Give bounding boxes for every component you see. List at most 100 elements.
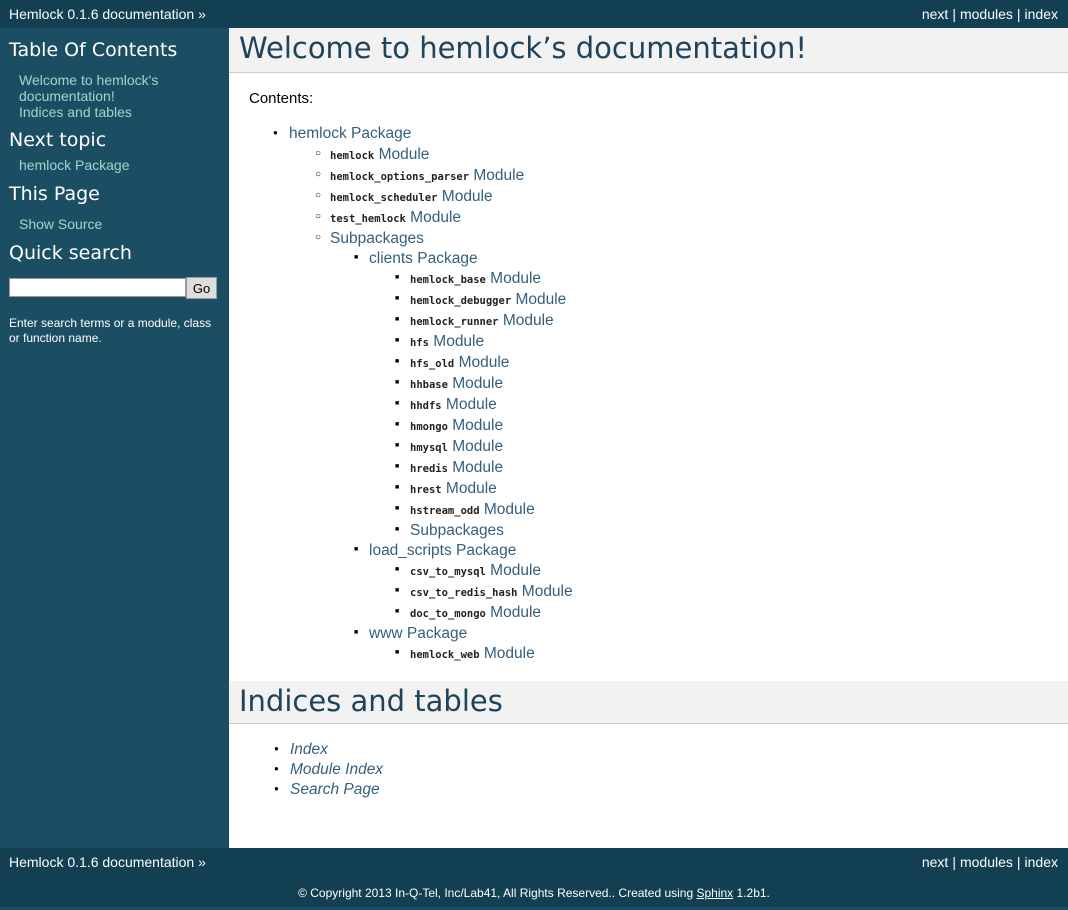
- relbar-links: next | modules | index: [922, 6, 1058, 22]
- module-code: doc_to_mongo: [410, 608, 486, 620]
- module-code: test_hemlock: [330, 213, 406, 225]
- separator: |: [952, 854, 956, 870]
- module-code: hemlock_scheduler: [330, 192, 438, 204]
- module-suffix: Module: [521, 583, 573, 600]
- footer: © Copyright 2013 In-Q-Tel, Inc/Lab41, Al…: [0, 876, 1068, 907]
- module-suffix: Module: [452, 375, 504, 392]
- module-code: hemlock_runner: [410, 316, 499, 328]
- page-title: Welcome to hemlock’s documentation!: [239, 31, 808, 65]
- module-code: hrest: [410, 484, 442, 496]
- contents-label: Contents:: [249, 90, 314, 107]
- module-suffix: Module: [458, 354, 510, 371]
- module-code: hredis: [410, 463, 448, 475]
- module-code: hemlock_base: [410, 274, 486, 286]
- toc-subpackages-link[interactable]: Subpackages: [395, 522, 504, 540]
- module-suffix: Module: [452, 438, 504, 455]
- module-suffix: Module: [445, 396, 497, 413]
- sphinx-link[interactable]: Sphinx: [696, 886, 733, 900]
- toc-hemlock-package[interactable]: hemlock Package: [273, 125, 411, 143]
- index-link[interactable]: index: [1025, 854, 1058, 870]
- module-code: csv_to_mysql: [410, 566, 486, 578]
- module-suffix: Module: [452, 417, 504, 434]
- search-input[interactable]: [9, 278, 186, 297]
- module-suffix: Module: [441, 188, 493, 205]
- go-button[interactable]: Go: [186, 277, 217, 299]
- title-bar: Welcome to hemlock’s documentation!: [229, 28, 1068, 73]
- next-link[interactable]: next: [922, 6, 948, 22]
- module-code: hemlock_web: [410, 649, 480, 661]
- sphinx-version: 1.2b1.: [733, 886, 770, 900]
- toc-module-link[interactable]: test_hemlock Module: [315, 209, 462, 227]
- show-source-link[interactable]: Show Source: [19, 216, 102, 232]
- separator: |: [952, 6, 956, 22]
- module-suffix: Module: [502, 312, 554, 329]
- toc-clients-package[interactable]: clients Package: [354, 250, 478, 268]
- toc-module-link[interactable]: hhdfs Module: [395, 396, 497, 414]
- module-code: csv_to_redis_hash: [410, 587, 518, 599]
- module-suffix: Module: [445, 480, 497, 497]
- copyright-text: © Copyright 2013 In-Q-Tel, Inc/Lab41, Al…: [298, 886, 697, 900]
- toc-module-link[interactable]: hrest Module: [395, 480, 497, 498]
- module-code: hhbase: [410, 379, 448, 391]
- toc-module-link[interactable]: hstream_odd Module: [395, 501, 535, 519]
- modules-link[interactable]: modules: [960, 854, 1013, 870]
- top-relbar: Hemlock 0.1.6 documentation » next | modul…: [0, 0, 1068, 28]
- toc-module-link[interactable]: csv_to_redis_hash Module: [395, 583, 573, 601]
- module-code: hhdfs: [410, 400, 442, 412]
- index-link[interactable]: index: [1025, 6, 1058, 22]
- module-code: hemlock_options_parser: [330, 171, 470, 183]
- sidebar: Table Of Contents Welcome to hemlock's d…: [0, 28, 229, 848]
- toc-www-package[interactable]: www Package: [354, 625, 467, 643]
- sidebar-link-welcome[interactable]: Welcome to hemlock's documentation!: [19, 72, 219, 104]
- toc-module-link[interactable]: hemlock_base Module: [395, 270, 542, 288]
- module-index-link[interactable]: Module Index: [274, 761, 383, 779]
- index-link[interactable]: Index: [274, 741, 328, 759]
- docs-home-link[interactable]: Hemlock 0.1.6 documentation »: [9, 854, 206, 870]
- toc-module-link[interactable]: hemlock_runner Module: [395, 312, 554, 330]
- module-suffix: Module: [490, 562, 542, 579]
- toc-load-scripts-package[interactable]: load_scripts Package: [354, 542, 516, 560]
- toc-subpackages-link[interactable]: Subpackages: [315, 230, 424, 248]
- next-topic-link[interactable]: hemlock Package: [19, 157, 130, 173]
- modules-link[interactable]: modules: [960, 6, 1013, 22]
- toc-module-link[interactable]: hemlock_web Module: [395, 645, 535, 663]
- toc-module-link[interactable]: hhbase Module: [395, 375, 504, 393]
- sidebar-link-indices[interactable]: Indices and tables: [19, 104, 132, 120]
- module-suffix: Module: [433, 333, 485, 350]
- module-code: hmysql: [410, 442, 448, 454]
- bottom-relbar: Hemlock 0.1.6 documentation » next | modul…: [0, 848, 1068, 876]
- indices-title-bar: Indices and tables: [229, 681, 1068, 724]
- toc-module-link[interactable]: hmongo Module: [395, 417, 504, 435]
- search-page-link[interactable]: Search Page: [274, 781, 380, 799]
- toc-module-link[interactable]: hfs_old Module: [395, 354, 510, 372]
- next-link[interactable]: next: [922, 854, 948, 870]
- module-suffix: Module: [473, 167, 525, 184]
- module-code: hfs_old: [410, 358, 455, 370]
- toc-module-link[interactable]: hmysql Module: [395, 438, 504, 456]
- module-suffix: Module: [378, 146, 430, 163]
- quick-search-heading: Quick search: [9, 242, 132, 264]
- module-suffix: Module: [490, 270, 542, 287]
- docs-home-link[interactable]: Hemlock 0.1.6 documentation »: [9, 6, 206, 22]
- module-code: hfs: [410, 337, 429, 349]
- separator: |: [1016, 854, 1021, 870]
- module-suffix: Module: [483, 501, 535, 518]
- module-code: hemlock: [330, 150, 375, 162]
- toc-module-link[interactable]: hfs Module: [395, 333, 485, 351]
- this-page-heading: This Page: [9, 183, 100, 205]
- module-suffix: Module: [490, 604, 542, 621]
- toc-module-link[interactable]: doc_to_mongo Module: [395, 604, 542, 622]
- module-code: hemlock_debugger: [410, 295, 512, 307]
- search-hint: Enter search terms or a module, class or…: [9, 316, 212, 345]
- toc-module-link[interactable]: hredis Module: [395, 459, 503, 477]
- toc-module-link[interactable]: hemlock_scheduler Module: [315, 188, 493, 206]
- separator: |: [1016, 6, 1021, 22]
- module-suffix: Module: [515, 291, 567, 308]
- module-suffix: Module: [410, 209, 462, 226]
- indices-title: Indices and tables: [239, 684, 503, 718]
- main-content: Welcome to hemlock’s documentation! Cont…: [229, 28, 1068, 848]
- toc-module-link[interactable]: hemlock Module: [315, 146, 430, 164]
- toc-module-link[interactable]: hemlock_debugger Module: [395, 291, 567, 309]
- toc-module-link[interactable]: csv_to_mysql Module: [395, 562, 542, 580]
- toc-module-link[interactable]: hemlock_options_parser Module: [315, 167, 525, 185]
